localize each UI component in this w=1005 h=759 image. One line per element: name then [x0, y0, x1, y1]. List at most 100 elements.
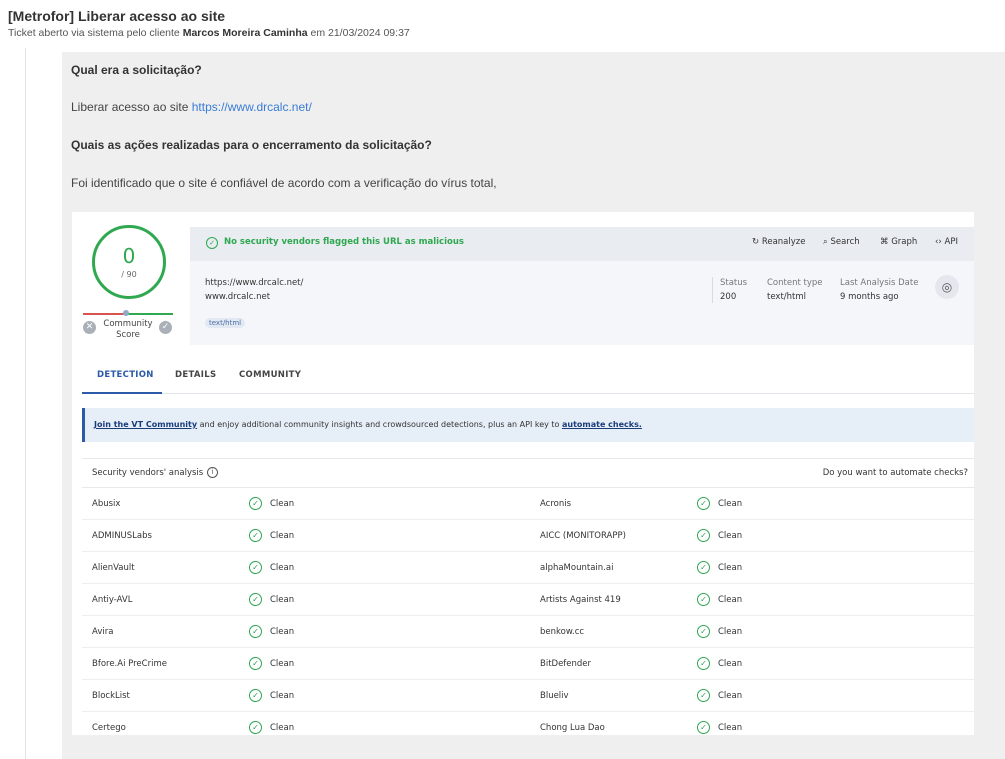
subtitle-date: em 21/03/2024 09:37	[310, 27, 410, 39]
community-cta: Join the VT Community and enjoy addition…	[82, 408, 974, 442]
vendor-row: Certego ✓ Clean Chong Lua Dao ✓ Clean	[82, 711, 974, 735]
join-community-link[interactable]: Join the VT Community	[94, 420, 197, 429]
vendor-result: Clean	[270, 691, 295, 701]
content-type-label: Content type	[767, 278, 823, 288]
vendor-row: Abusix ✓ Clean Acronis ✓ Clean	[82, 487, 974, 520]
info-icon[interactable]: i	[207, 467, 218, 478]
vendor-name: BlockList	[92, 691, 130, 701]
detection-score-ring: 0 / 90	[92, 225, 166, 299]
community-bar-positive	[126, 313, 173, 315]
vendor-name: Antiy-AVL	[92, 595, 133, 605]
reanalyze-icon: ↻	[752, 237, 760, 247]
code-icon: ‹›	[935, 237, 942, 247]
question-actions: Quais as ações realizadas para o encerra…	[71, 138, 432, 152]
check-circle-icon: ✓	[249, 721, 262, 734]
globe-icon[interactable]: ◎	[935, 275, 959, 299]
subtitle-prefix: Ticket aberto via sistema pelo cliente	[8, 27, 180, 39]
check-circle-icon: ✓	[249, 625, 262, 638]
vendor-result: Clean	[270, 499, 295, 509]
close-circle-icon[interactable]: ✕	[83, 321, 96, 334]
verdict-banner: ✓ No security vendors flagged this URL a…	[190, 227, 974, 261]
vendor-result: Clean	[718, 499, 743, 509]
vendors-header: Security vendors' analysis i Do you want…	[82, 458, 974, 488]
vendor-name: Abusix	[92, 499, 121, 509]
vendor-name: benkow.cc	[540, 627, 585, 637]
vendor-name: Acronis	[540, 499, 572, 509]
graph-button[interactable]: ⌘ Graph	[880, 237, 917, 247]
api-button[interactable]: ‹› API	[935, 237, 958, 247]
community-score-label: Community Score	[103, 319, 153, 340]
vendor-result: Clean	[270, 595, 295, 605]
verdict-text: No security vendors flagged this URL as …	[224, 237, 464, 247]
vendor-result: Clean	[718, 595, 743, 605]
vendor-result: Clean	[718, 531, 743, 541]
detection-score: 0	[122, 244, 136, 268]
answer-request-text: Liberar acesso ao site	[71, 100, 189, 114]
vendor-result: Clean	[718, 563, 743, 573]
url-info-panel: https://www.drcalc.net/ www.drcalc.net t…	[190, 261, 974, 345]
cta-middle-text: and enjoy additional community insights …	[197, 420, 562, 429]
vendor-name: Chong Lua Dao	[540, 723, 605, 733]
vendor-row: BlockList ✓ Clean Blueliv ✓ Clean	[82, 679, 974, 712]
detection-total: / 90	[121, 270, 137, 279]
tab-detection[interactable]: DETECTION	[97, 370, 154, 380]
check-circle-icon: ✓	[697, 529, 710, 542]
check-circle-icon: ✓	[697, 593, 710, 606]
vendor-row: Avira ✓ Clean benkow.cc ✓ Clean	[82, 615, 974, 648]
answer-actions: Foi identificado que o site é confiável …	[71, 176, 497, 190]
automate-checks-link[interactable]: automate checks.	[562, 420, 642, 429]
check-circle-icon: ✓	[249, 529, 262, 542]
scanned-domain[interactable]: www.drcalc.net	[205, 292, 270, 302]
vendor-result: Clean	[270, 723, 295, 733]
vendor-name: AlienVault	[92, 563, 135, 573]
client-name[interactable]: Marcos Moreira Caminha	[183, 27, 308, 39]
reanalyze-button[interactable]: ↻ Reanalyze	[752, 237, 805, 247]
content-type-value: text/html	[767, 292, 807, 302]
check-circle-icon: ✓	[249, 657, 262, 670]
vendor-name: Artists Against 419	[540, 595, 621, 605]
vendor-name: ADMINUSLabs	[92, 531, 152, 541]
vendor-row: Bfore.Ai PreCrime ✓ Clean BitDefender ✓ …	[82, 647, 974, 680]
virustotal-screenshot: 0 / 90 ✕ Community Score ✓ ✓ No security…	[72, 212, 974, 735]
active-tab-indicator	[82, 392, 162, 394]
vendor-result: Clean	[718, 627, 743, 637]
check-circle-icon[interactable]: ✓	[159, 321, 172, 334]
tabs-divider	[82, 393, 974, 394]
check-circle-icon: ✓	[697, 721, 710, 734]
tab-details[interactable]: DETAILS	[175, 370, 216, 380]
meta-divider	[712, 277, 713, 303]
thread-line	[25, 48, 26, 759]
vendor-result: Clean	[718, 691, 743, 701]
vendors-title: Security vendors' analysis	[92, 468, 204, 478]
graph-icon: ⌘	[880, 237, 889, 247]
check-circle-icon: ✓	[206, 237, 218, 249]
answer-request: Liberar acesso ao site https://www.drcal…	[71, 100, 312, 114]
vendor-result: Clean	[270, 659, 295, 669]
automate-question[interactable]: Do you want to automate checks?	[823, 468, 968, 478]
message-body: Qual era a solicitação? Liberar acesso a…	[62, 52, 1005, 759]
vendor-row: ADMINUSLabs ✓ Clean AICC (MONITORAPP) ✓ …	[82, 519, 974, 552]
vendor-result: Clean	[718, 659, 743, 669]
check-circle-icon: ✓	[697, 657, 710, 670]
site-link[interactable]: https://www.drcalc.net/	[192, 100, 312, 114]
check-circle-icon: ✓	[697, 689, 710, 702]
check-circle-icon: ✓	[249, 497, 262, 510]
check-circle-icon: ✓	[697, 497, 710, 510]
vendor-name: alphaMountain.ai	[540, 563, 614, 573]
check-circle-icon: ✓	[249, 689, 262, 702]
vendor-name: Certego	[92, 723, 126, 733]
tab-community[interactable]: COMMUNITY	[239, 370, 301, 380]
search-icon: ⌕	[823, 237, 828, 247]
vendor-result: Clean	[270, 531, 295, 541]
ticket-title: [Metrofor] Liberar acesso ao site	[8, 8, 226, 24]
vendor-result: Clean	[270, 563, 295, 573]
check-circle-icon: ✓	[249, 561, 262, 574]
community-bar-marker	[123, 310, 129, 316]
content-tag[interactable]: text/html	[205, 318, 246, 328]
vendor-row: Antiy-AVL ✓ Clean Artists Against 419 ✓ …	[82, 583, 974, 616]
question-request: Qual era a solicitação?	[71, 63, 202, 77]
last-analysis-value: 9 months ago	[840, 292, 899, 302]
search-button[interactable]: ⌕ Search	[823, 237, 860, 247]
vendor-row: AlienVault ✓ Clean alphaMountain.ai ✓ Cl…	[82, 551, 974, 584]
cta-text: Join the VT Community and enjoy addition…	[94, 420, 642, 429]
